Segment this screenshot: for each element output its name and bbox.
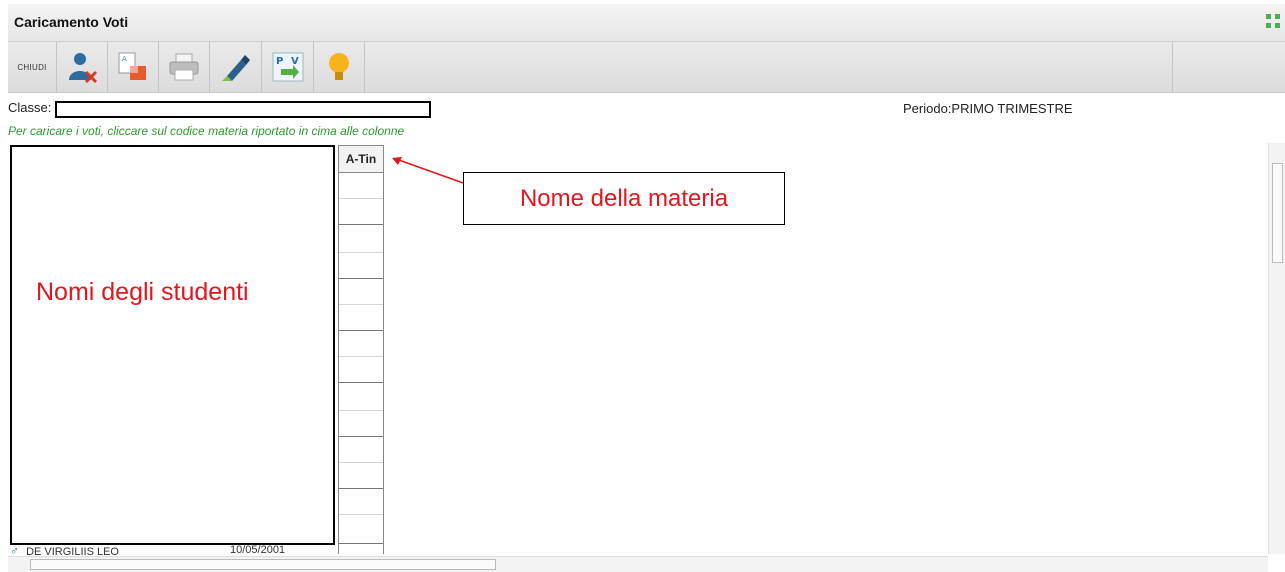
close-button[interactable]: CHIUDI: [8, 42, 57, 92]
toolbar: CHIUDI A P V: [8, 42, 1285, 93]
row-divider: [339, 198, 383, 199]
expand-icon[interactable]: [1265, 13, 1281, 29]
pv-transfer-icon: P V: [272, 52, 303, 82]
print-button[interactable]: [159, 42, 210, 92]
toolbar-right-panel: [1172, 42, 1285, 92]
brush-icon: [221, 55, 250, 81]
row-divider: [339, 462, 383, 463]
students-annotation: Nomi degli studenti: [36, 278, 249, 306]
pv-button[interactable]: P V: [262, 42, 314, 92]
svg-text:P: P: [276, 56, 283, 67]
periodo-label: Periodo:PRIMO TRIMESTRE: [903, 101, 1073, 116]
row-divider: [339, 543, 383, 544]
subject-column-header[interactable]: A-Tin: [338, 145, 384, 173]
document-transfer-icon: A: [118, 52, 146, 80]
svg-text:A: A: [122, 55, 127, 63]
student-birthdate: 10/05/2001: [230, 544, 286, 556]
student-name: DE VIRGILIIS LEO: [26, 546, 119, 556]
row-divider: [339, 514, 383, 515]
subject-annotation: Nome della materia: [463, 172, 785, 225]
user-delete-icon: [68, 53, 97, 84]
male-icon: ♂: [10, 544, 19, 556]
row-divider: [339, 488, 383, 489]
window-title: Caricamento Voti: [14, 14, 129, 30]
row-divider: [339, 304, 383, 305]
suggestions-button[interactable]: [314, 42, 365, 92]
horizontal-scroll-thumb[interactable]: [30, 559, 496, 570]
hint-text: Per caricare i voti, cliccare sul codice…: [8, 124, 405, 138]
row-divider: [339, 356, 383, 357]
student-row[interactable]: ♂ DE VIRGILIIS LEO 10/05/2001: [10, 544, 330, 556]
subject-column: [338, 173, 384, 554]
import-button[interactable]: A: [108, 42, 159, 92]
horizontal-scrollbar[interactable]: [8, 556, 1268, 572]
edit-button[interactable]: [210, 42, 262, 92]
class-field[interactable]: [55, 101, 431, 118]
row-divider: [339, 436, 383, 437]
row-divider: [339, 410, 383, 411]
row-divider: [339, 330, 383, 331]
row-divider: [339, 252, 383, 253]
printer-icon: [169, 53, 199, 81]
row-divider: [339, 382, 383, 383]
class-label: Classe:: [8, 100, 52, 115]
students-panel: Nomi degli studenti: [10, 145, 335, 545]
lightbulb-icon: [329, 53, 349, 80]
svg-text:V: V: [291, 56, 299, 67]
vertical-scrollbar[interactable]: [1268, 143, 1285, 554]
row-divider: [339, 224, 383, 225]
window-titlebar: Caricamento Voti: [8, 4, 1285, 42]
remove-student-button[interactable]: [56, 42, 108, 92]
row-divider: [339, 278, 383, 279]
vertical-scroll-thumb[interactable]: [1272, 163, 1283, 263]
